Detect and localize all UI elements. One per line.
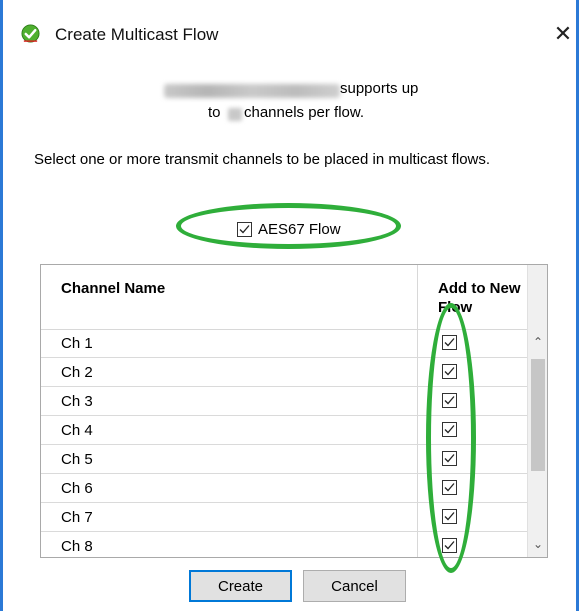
add-to-flow-cell <box>417 416 527 444</box>
add-to-flow-checkbox[interactable] <box>442 335 457 350</box>
table-row: Ch 8 <box>41 532 527 557</box>
scrollbar-thumb[interactable] <box>531 359 545 471</box>
channel-name-cell: Ch 4 <box>61 422 93 439</box>
aes67-checkbox-box[interactable] <box>237 221 252 237</box>
add-to-flow-checkbox[interactable] <box>442 480 457 495</box>
scrollbar-header-corner <box>527 265 547 329</box>
table-row: Ch 1 <box>41 329 527 358</box>
channel-name-cell: Ch 5 <box>61 451 93 468</box>
add-to-flow-checkbox[interactable] <box>442 422 457 437</box>
add-to-flow-checkbox[interactable] <box>442 538 457 553</box>
device-name-redacted <box>164 84 340 98</box>
table-row: Ch 2 <box>41 358 527 387</box>
window-border-left <box>0 0 3 611</box>
title-bar: Create Multicast Flow ✕ <box>3 0 576 62</box>
checkmark-icon <box>444 483 455 492</box>
add-to-flow-checkbox[interactable] <box>442 364 457 379</box>
channels-per-flow-text: channels per flow. <box>244 104 365 121</box>
checkmark-icon <box>444 425 455 434</box>
checkmark-icon <box>444 541 455 550</box>
column-header-channel-name: Channel Name <box>61 280 166 297</box>
to-text: to <box>208 104 221 121</box>
column-header-add-to-new-flow: Add to New Flow <box>438 280 521 316</box>
window-title: Create Multicast Flow <box>55 25 219 44</box>
column-header-add-to-new-flow-cell: Add to New Flow <box>417 265 527 329</box>
checkmark-icon <box>444 512 455 521</box>
green-check-circle-icon <box>21 24 40 43</box>
scroll-down-arrow-icon[interactable]: ⌄ <box>528 537 547 553</box>
channel-table: Channel Name Add to New Flow Ch 1 Ch 2 C… <box>40 264 548 558</box>
vertical-scrollbar[interactable]: ⌃ ⌄ <box>527 329 547 557</box>
scroll-up-arrow-icon[interactable]: ⌃ <box>528 335 547 351</box>
close-button[interactable]: ✕ <box>549 18 577 50</box>
table-row: Ch 4 <box>41 416 527 445</box>
channel-name-cell: Ch 3 <box>61 393 93 410</box>
checkmark-icon <box>239 224 250 233</box>
checkmark-icon <box>444 367 455 376</box>
table-row: Ch 7 <box>41 503 527 532</box>
channel-name-cell: Ch 2 <box>61 364 93 381</box>
checkmark-icon <box>444 338 455 347</box>
add-to-flow-cell <box>417 329 527 357</box>
add-to-flow-cell <box>417 474 527 502</box>
table-body: Ch 1 Ch 2 Ch 3 Ch 4 Ch 5 Ch 6 Ch 7 Ch 8 <box>41 329 527 557</box>
add-to-flow-cell <box>417 532 527 557</box>
add-to-flow-cell <box>417 358 527 386</box>
create-button[interactable]: Create <box>189 570 292 602</box>
add-to-flow-checkbox[interactable] <box>442 393 457 408</box>
channel-name-cell: Ch 8 <box>61 538 93 555</box>
add-to-flow-checkbox[interactable] <box>442 509 457 524</box>
add-to-flow-checkbox[interactable] <box>442 451 457 466</box>
channel-count-redacted <box>228 108 242 121</box>
table-row: Ch 6 <box>41 474 527 503</box>
channel-name-cell: Ch 1 <box>61 335 93 352</box>
add-to-flow-cell <box>417 445 527 473</box>
add-to-flow-cell <box>417 387 527 415</box>
channel-name-cell: Ch 6 <box>61 480 93 497</box>
close-icon: ✕ <box>553 21 573 46</box>
aes67-flow-label: AES67 Flow <box>258 220 341 238</box>
cancel-button[interactable]: Cancel <box>303 570 406 602</box>
checkmark-icon <box>444 396 455 405</box>
supports-text: supports up <box>340 80 419 97</box>
checkmark-icon <box>444 454 455 463</box>
table-row: Ch 5 <box>41 445 527 474</box>
instruction-text: Select one or more transmit channels to … <box>34 151 491 168</box>
channel-name-cell: Ch 7 <box>61 509 93 526</box>
aes67-flow-checkbox[interactable]: AES67 Flow <box>237 218 341 240</box>
table-row: Ch 3 <box>41 387 527 416</box>
table-header: Channel Name Add to New Flow <box>41 265 527 330</box>
add-to-flow-cell <box>417 503 527 531</box>
